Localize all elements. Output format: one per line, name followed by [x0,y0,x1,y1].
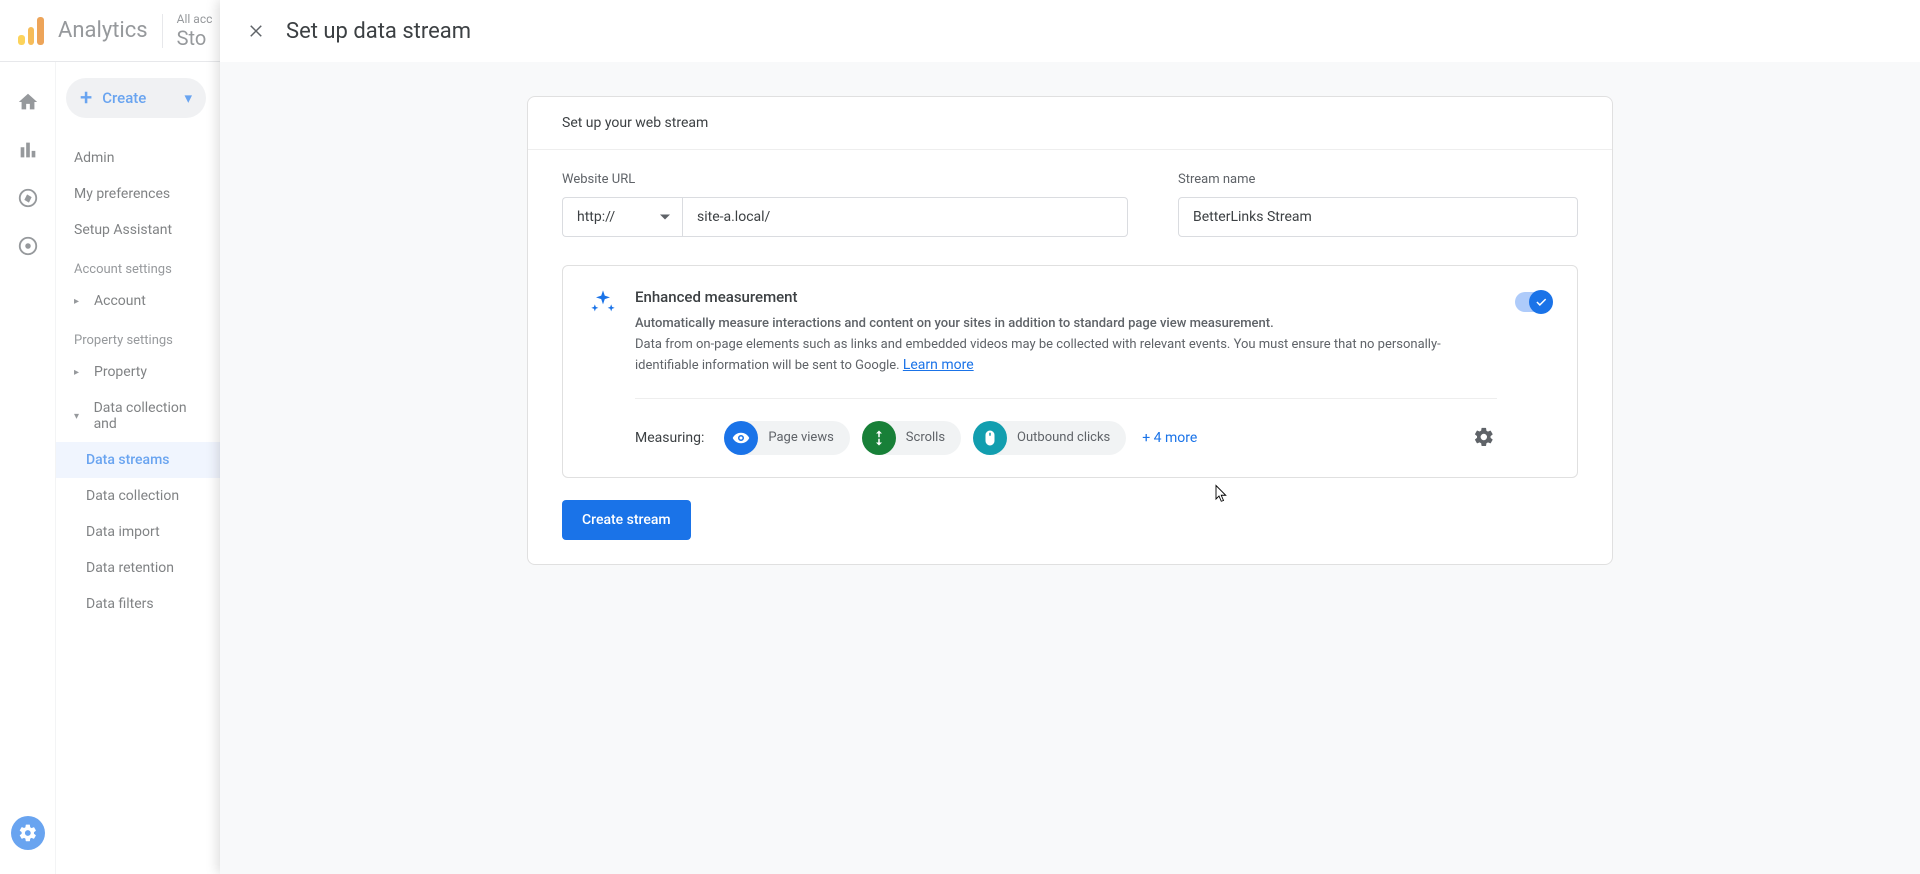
admin-gear-icon[interactable] [11,816,45,850]
caret-down-icon: ▾ [74,411,84,422]
card-header: Set up your web stream [528,97,1612,150]
enhanced-subtitle-bold: Automatically measure interactions and c… [635,316,1497,331]
web-stream-card: Set up your web stream Website URL http:… [527,96,1613,565]
sidebar-section-property: Property settings [56,319,220,354]
enhanced-measurement-toggle[interactable] [1515,292,1551,312]
enhanced-title: Enhanced measurement [635,288,1497,306]
website-url-input[interactable] [682,197,1128,237]
sparkle-icon [589,288,617,316]
gear-icon[interactable] [1473,426,1497,450]
close-icon[interactable] [244,19,268,43]
home-icon[interactable] [16,90,40,114]
pill-page-views: Page views [724,421,849,455]
mouse-icon [973,421,1007,455]
advertising-icon[interactable] [16,234,40,258]
sidebar-item-data-retention[interactable]: Data retention [56,550,220,586]
enhanced-measurement-box: Enhanced measurement Automatically measu… [562,265,1578,478]
caret-right-icon: ▸ [74,296,84,307]
property-name: Sto [177,26,213,50]
pill-outbound-clicks: Outbound clicks [973,421,1126,455]
sidebar: + Create ▾ Admin My preferences Setup As… [56,62,220,874]
sidebar-section-account: Account settings [56,248,220,283]
website-url-label: Website URL [562,172,1128,187]
sidebar-item-admin[interactable]: Admin [56,140,220,176]
reports-icon[interactable] [16,138,40,162]
nav-rail [0,62,56,874]
sidebar-item-data-filters[interactable]: Data filters [56,586,220,622]
all-accounts-text: All acc [177,12,213,26]
ga-logo-icon [18,17,44,45]
explore-icon[interactable] [16,186,40,210]
eye-icon [724,421,758,455]
protocol-select[interactable]: http:// [562,197,682,237]
create-button[interactable]: + Create ▾ [66,78,206,118]
create-stream-button[interactable]: Create stream [562,500,691,540]
sidebar-item-data-import[interactable]: Data import [56,514,220,550]
create-label: Create [102,89,146,107]
sidebar-item-account[interactable]: ▸Account [56,283,220,319]
chevron-down-icon: ▾ [184,89,192,107]
sidebar-item-my-preferences[interactable]: My preferences [56,176,220,212]
stream-name-input[interactable] [1178,197,1578,237]
sidebar-item-data-collection[interactable]: Data collection [56,478,220,514]
measuring-label: Measuring: [635,430,704,446]
plus-icon: + [80,86,92,111]
sidebar-item-property[interactable]: ▸Property [56,354,220,390]
learn-more-link[interactable]: Learn more [903,357,974,373]
scroll-icon [862,421,896,455]
product-name: Analytics [58,18,148,43]
pill-scrolls: Scrolls [862,421,961,455]
data-stream-modal: Set up data stream Set up your web strea… [220,0,1920,874]
more-pills-link[interactable]: + 4 more [1142,430,1197,446]
stream-name-label: Stream name [1178,172,1578,187]
account-switcher[interactable]: All acc Sto [177,12,213,50]
caret-right-icon: ▸ [74,367,84,378]
modal-title: Set up data stream [286,19,471,44]
enhanced-description: Data from on-page elements such as links… [635,335,1497,376]
sidebar-item-data-streams[interactable]: Data streams [56,442,220,478]
sidebar-item-setup-assistant[interactable]: Setup Assistant [56,212,220,248]
sidebar-item-data-collection-parent[interactable]: ▾Data collection and [56,390,220,442]
